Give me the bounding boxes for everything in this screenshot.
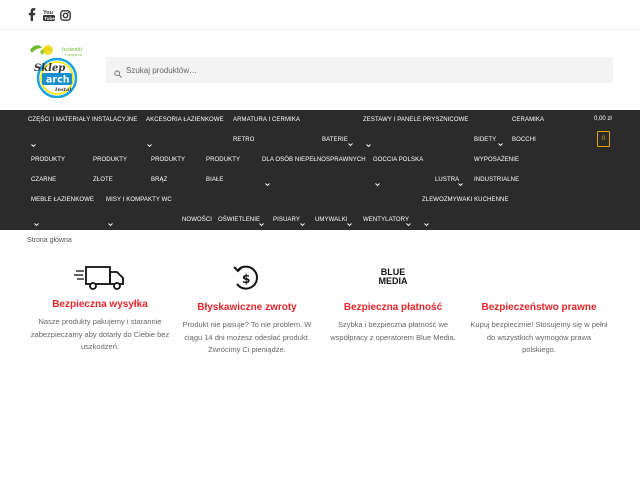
cart-total[interactable]: 0,00 zł <box>594 116 612 122</box>
nav-item-goccia[interactable]: GOCCIA POLSKA <box>373 156 423 164</box>
nav-item-oswietlenie[interactable]: OŚWIETLENIE <box>218 216 260 224</box>
nav-item-czesci[interactable]: CZĘŚCI I MATERIAŁY INSTALACYJNE <box>28 116 137 124</box>
chevron-down-icon[interactable] <box>33 215 40 227</box>
nav-item-baterie[interactable]: BATERIE <box>322 136 348 144</box>
chevron-down-icon[interactable] <box>497 135 504 147</box>
chevron-down-icon[interactable] <box>374 175 381 187</box>
svg-text:arch: arch <box>46 75 70 86</box>
nav-item-produkty-biale[interactable]: PRODUKTY <box>206 156 240 164</box>
feature-text: Nasze produkty pakujemy i starannie zabe… <box>30 317 170 351</box>
nav-item-armatura[interactable]: ARMATURA I CERMIKA <box>233 116 300 124</box>
youtube-icon[interactable]: You Tube <box>43 8 55 21</box>
feature-text: Produkt nie pasuje? To nie problem. W ci… <box>182 320 312 354</box>
chevron-down-icon[interactable] <box>347 135 354 147</box>
chevron-down-icon[interactable] <box>299 215 306 227</box>
main-navigation: CZĘŚCI I MATERIAŁY INSTALACYJNE AKCESORI… <box>0 110 640 230</box>
feature-title: Bezpieczna płatność <box>343 302 443 313</box>
nav-item-umywalki[interactable]: UMYWALKI <box>315 216 348 224</box>
nav-item-retro[interactable]: RETRO <box>233 136 255 144</box>
nav-item-niepelnosprawni[interactable]: DLA OSÓB NIEPEŁNOSPRAWNYCH <box>262 156 366 164</box>
blue-media-logo-line-2: MEDIA <box>378 276 408 286</box>
feature-title: Błyskawiczne zwroty <box>197 302 297 313</box>
nav-item-meble[interactable]: MEBLE ŁAZIENKOWE <box>31 196 94 204</box>
chevron-down-icon[interactable] <box>264 175 271 187</box>
chevron-down-icon[interactable] <box>107 215 114 227</box>
nav-item-zestawy[interactable]: ZESTAWY I PANELE PRYSZNICOWE <box>363 116 469 124</box>
svg-text:Tube: Tube <box>44 16 55 21</box>
nav-item-biale[interactable]: BIAŁE <box>206 176 224 184</box>
chevron-down-icon[interactable] <box>258 215 265 227</box>
feature-payment: BLUE MEDIA Bezpieczna płatność Szybka i … <box>323 268 463 344</box>
feature-shipping: Bezpieczna wysyłka Nasze produkty pakuje… <box>30 264 170 354</box>
site-header: łazienki i wnętrza Sklep arch Instal <box>0 30 640 110</box>
nav-item-produkty-braz[interactable]: PRODUKTY <box>151 156 185 164</box>
nav-item-wyposazenie[interactable]: WYPOSAŻENIE <box>474 156 519 164</box>
nav-item-zlewozmywaki[interactable]: ZLEWOZMYWAKI KUCHENNE <box>422 196 509 204</box>
blue-media-logo: BLUE MEDIA <box>373 268 413 290</box>
site-logo[interactable]: łazienki i wnętrza Sklep arch Instal <box>28 42 84 99</box>
chevron-down-icon[interactable] <box>30 136 37 148</box>
chevron-down-icon[interactable] <box>365 136 372 148</box>
top-bar: You Tube <box>0 0 640 30</box>
search-icon <box>114 65 124 78</box>
search-input[interactable] <box>126 57 606 83</box>
chevron-down-icon[interactable] <box>405 215 412 227</box>
nav-item-bidety[interactable]: BIDETY <box>474 136 496 144</box>
breadcrumb[interactable]: Strona główna <box>27 237 72 244</box>
chevron-down-icon[interactable] <box>457 175 464 187</box>
social-links: You Tube <box>28 8 71 21</box>
nav-item-nowosci[interactable]: NOWOŚCI <box>182 216 212 224</box>
search-bar <box>106 57 613 83</box>
nav-item-braz[interactable]: BRĄZ <box>151 176 167 184</box>
svg-text:Instal: Instal <box>54 87 71 93</box>
nav-item-pisuary[interactable]: PISUARY <box>273 216 300 224</box>
feature-title: Bezpieczna wysyłka <box>52 299 148 310</box>
chevron-down-icon[interactable] <box>146 136 153 148</box>
nav-item-wentylatory[interactable]: WENTYLATORY <box>363 216 409 224</box>
svg-text:Sklep: Sklep <box>34 63 65 74</box>
nav-item-czarne[interactable]: CZARNE <box>31 176 56 184</box>
money-return-icon: $ <box>232 264 262 292</box>
nav-item-akcesoria[interactable]: AKCESORIA ŁAZIENKOWE <box>146 116 224 124</box>
svg-text:$: $ <box>242 272 250 286</box>
cart-icon[interactable]: 0 <box>597 131 610 147</box>
feature-returns: $ Błyskawiczne zwroty Produkt nie pasuje… <box>177 264 317 357</box>
instagram-icon[interactable] <box>60 8 71 21</box>
nav-item-produkty-czarne[interactable]: PRODUKTY <box>31 156 65 164</box>
nav-item-zlote[interactable]: ZŁOTE <box>93 176 113 184</box>
nav-item-bocchi[interactable]: BOCCHI <box>512 136 536 144</box>
nav-item-ceramika[interactable]: CERAMIKA <box>512 116 544 124</box>
svg-text:i wnętrza: i wnętrza <box>65 53 82 57</box>
nav-item-produkty-zlote[interactable]: PRODUKTY <box>93 156 127 164</box>
feature-legal: Bezpieczeństwo prawne Kupuj bezpiecznie!… <box>469 268 609 357</box>
chevron-down-icon[interactable] <box>346 215 353 227</box>
feature-text: Szybka i bezpieczna płatność we współpra… <box>330 320 456 342</box>
feature-title: Bezpieczeństwo prawne <box>481 302 597 313</box>
feature-text: Kupuj bezpiecznie! Stosujemy się w pełni… <box>470 320 608 354</box>
delivery-truck-icon <box>74 264 126 292</box>
facebook-icon[interactable] <box>28 8 38 21</box>
nav-item-misy[interactable]: MISY I KOMPAKTY WC <box>106 196 172 204</box>
legal-shield-icon <box>524 268 554 292</box>
nav-item-lustra[interactable]: LUSTRA <box>435 176 459 184</box>
nav-item-industrialne[interactable]: INDUSTRIALNE <box>474 176 519 184</box>
chevron-down-icon[interactable] <box>423 215 430 227</box>
